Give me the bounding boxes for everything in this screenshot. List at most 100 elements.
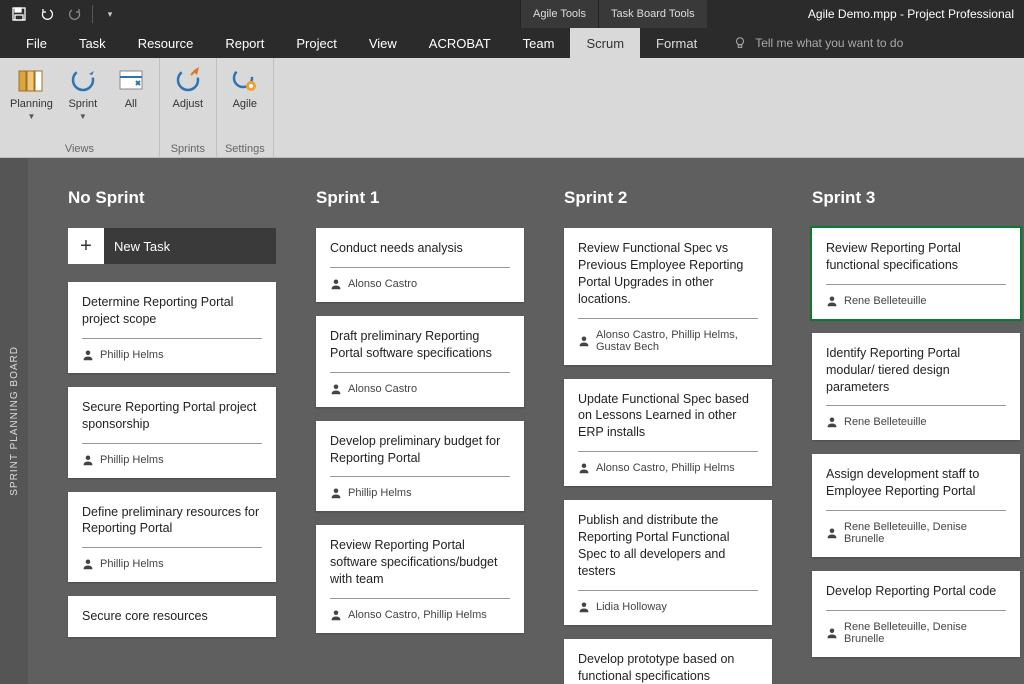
redo-button[interactable] xyxy=(64,3,86,25)
tool-tab-taskboard[interactable]: Task Board Tools xyxy=(598,0,707,28)
tab-task[interactable]: Task xyxy=(63,28,122,58)
column-header: Sprint 2 xyxy=(564,188,772,208)
planning-button[interactable]: Planning ▼ xyxy=(6,62,57,123)
adjust-button[interactable]: Adjust xyxy=(166,62,210,112)
person-icon xyxy=(330,609,342,621)
card-title: Review Functional Spec vs Previous Emplo… xyxy=(578,240,758,319)
task-card[interactable]: Secure Reporting Portal project sponsors… xyxy=(68,387,276,478)
new-task-button[interactable]: +New Task xyxy=(68,228,276,264)
task-card[interactable]: Define preliminary resources for Reporti… xyxy=(68,492,276,583)
ribbon-group-sprints: Adjust Sprints xyxy=(160,58,217,157)
sprint-icon xyxy=(67,64,99,96)
save-button[interactable] xyxy=(8,3,30,25)
task-card[interactable]: Publish and distribute the Reporting Por… xyxy=(564,500,772,625)
task-card[interactable]: Review Functional Spec vs Previous Emplo… xyxy=(564,228,772,365)
task-card[interactable]: Conduct needs analysisAlonso Castro xyxy=(316,228,524,302)
person-icon xyxy=(330,487,342,499)
task-card[interactable]: Determine Reporting Portal project scope… xyxy=(68,282,276,373)
task-card[interactable]: Secure core resources xyxy=(68,596,276,637)
tab-file[interactable]: File xyxy=(10,28,63,58)
tab-project[interactable]: Project xyxy=(280,28,352,58)
card-title: Draft preliminary Reporting Portal softw… xyxy=(330,328,510,373)
card-assignees: Rene Belleteuille xyxy=(826,416,1006,428)
person-icon xyxy=(82,454,94,466)
planning-icon xyxy=(15,64,47,96)
card-title: Identify Reporting Portal modular/ tiere… xyxy=(826,345,1006,407)
title-bar: ▾ Agile Tools Task Board Tools Agile Dem… xyxy=(0,0,1024,28)
tab-view[interactable]: View xyxy=(353,28,413,58)
card-title: Develop preliminary budget for Reporting… xyxy=(330,433,510,478)
tab-acrobat[interactable]: ACROBAT xyxy=(413,28,507,58)
all-label: All xyxy=(125,98,137,110)
card-title: Publish and distribute the Reporting Por… xyxy=(578,512,758,591)
person-icon xyxy=(82,349,94,361)
person-icon xyxy=(578,601,590,613)
board-container: SPRINT PLANNING BOARD No Sprint+New Task… xyxy=(0,158,1024,684)
card-title: Define preliminary resources for Reporti… xyxy=(82,504,262,549)
card-title: Secure core resources xyxy=(82,608,262,625)
chevron-down-icon: ▼ xyxy=(27,112,35,121)
task-card[interactable]: Develop preliminary budget for Reporting… xyxy=(316,421,524,512)
task-card[interactable]: Develop Reporting Portal code Rene Bellet… xyxy=(812,571,1020,657)
qat-separator xyxy=(92,5,93,23)
column-header: Sprint 1 xyxy=(316,188,524,208)
sprint-button[interactable]: Sprint ▼ xyxy=(61,62,105,123)
task-card[interactable]: Develop prototype based on functional sp… xyxy=(564,639,772,684)
group-label-views: Views xyxy=(6,141,153,155)
task-card[interactable]: Draft preliminary Reporting Portal softw… xyxy=(316,316,524,407)
all-icon xyxy=(115,64,147,96)
card-assignees: Alonso Castro, Phillip Helms, Gustav Bec… xyxy=(578,329,758,353)
card-title: Review Reporting Portal software specifi… xyxy=(330,537,510,599)
tool-tab-agile[interactable]: Agile Tools xyxy=(520,0,598,28)
tab-format[interactable]: Format xyxy=(640,28,713,58)
card-assignees: Rene Belleteuille xyxy=(826,295,1006,307)
all-button[interactable]: All xyxy=(109,62,153,123)
card-title: Assign development staff to Employee Rep… xyxy=(826,466,1006,511)
plus-icon: + xyxy=(68,228,104,264)
board-column: Sprint 1 Conduct needs analysisAlonso Cas… xyxy=(316,188,524,684)
task-card[interactable]: Assign development staff to Employee Rep… xyxy=(812,454,1020,557)
card-title: Determine Reporting Portal project scope xyxy=(82,294,262,339)
ribbon-body: Planning ▼ Sprint ▼ All Views xyxy=(0,58,1024,158)
person-icon xyxy=(826,416,838,428)
tell-me-search[interactable]: Tell me what you want to do xyxy=(733,28,903,58)
lightbulb-icon xyxy=(733,36,747,50)
planning-label: Planning xyxy=(10,98,53,110)
tab-resource[interactable]: Resource xyxy=(122,28,210,58)
card-title: Conduct needs analysis xyxy=(330,240,510,268)
tab-report[interactable]: Report xyxy=(209,28,280,58)
board-column: Sprint 3 Review Reporting Portal function… xyxy=(812,188,1020,684)
undo-button[interactable] xyxy=(36,3,58,25)
card-assignees: Phillip Helms xyxy=(82,558,262,570)
ribbon-tabs: File Task Resource Report Project View A… xyxy=(0,28,1024,58)
card-assignees: Alonso Castro, Phillip Helms xyxy=(578,462,758,474)
card-title: Develop Reporting Portal code xyxy=(826,583,1006,611)
adjust-icon xyxy=(172,64,204,96)
person-icon xyxy=(578,335,590,347)
task-card[interactable]: Review Reporting Portal software specifi… xyxy=(316,525,524,633)
task-card[interactable]: Update Functional Spec based on Lessons … xyxy=(564,379,772,487)
chevron-down-icon: ▼ xyxy=(79,112,87,121)
agile-icon xyxy=(229,64,261,96)
customize-qat-button[interactable]: ▾ xyxy=(99,3,121,25)
task-card[interactable]: Review Reporting Portal functional speci… xyxy=(812,228,1020,319)
column-header: Sprint 3 xyxy=(812,188,1020,208)
person-icon xyxy=(826,295,838,307)
agile-button[interactable]: Agile xyxy=(223,62,267,112)
person-icon xyxy=(826,627,838,639)
tab-scrum[interactable]: Scrum xyxy=(570,28,640,58)
card-title: Review Reporting Portal functional speci… xyxy=(826,240,1006,285)
group-label-sprints: Sprints xyxy=(166,141,210,155)
card-assignees: Phillip Helms xyxy=(330,487,510,499)
sprint-label: Sprint xyxy=(68,98,97,110)
board-column: Sprint 2 Review Functional Spec vs Previo… xyxy=(564,188,772,684)
person-icon xyxy=(330,383,342,395)
card-assignees: Lidia Holloway xyxy=(578,601,758,613)
person-icon xyxy=(826,527,838,539)
quick-access-toolbar: ▾ xyxy=(0,3,121,25)
card-assignees: Rene Belleteuille, Denise Brunelle xyxy=(826,621,1006,645)
tab-team[interactable]: Team xyxy=(507,28,571,58)
board-column: No Sprint+New TaskDetermine Reporting Po… xyxy=(68,188,276,684)
person-icon xyxy=(82,558,94,570)
task-card[interactable]: Identify Reporting Portal modular/ tiere… xyxy=(812,333,1020,441)
